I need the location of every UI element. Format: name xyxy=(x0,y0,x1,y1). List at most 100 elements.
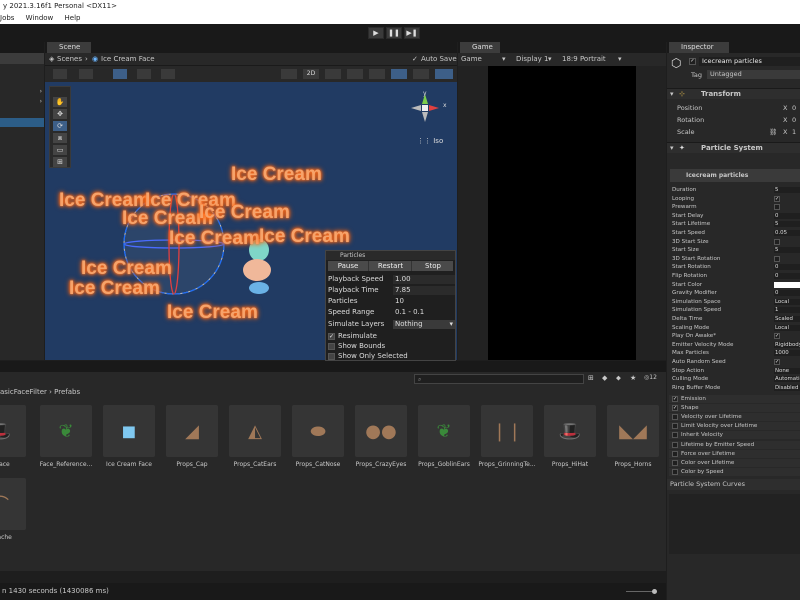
curves-area[interactable] xyxy=(669,494,800,554)
playback-time-field[interactable]: 7.85 xyxy=(393,286,455,295)
play-button[interactable]: ▶ xyxy=(368,27,384,39)
stop-button[interactable]: Stop xyxy=(413,261,453,271)
lighting-toggle[interactable] xyxy=(281,69,297,79)
asset-item[interactable]: 🎩 Props_HiHat xyxy=(540,405,600,475)
tab-scene[interactable]: Scene xyxy=(47,42,91,53)
asset-item[interactable]: ❦ Face_Reference... xyxy=(36,405,96,475)
ps-module-checkbox[interactable] xyxy=(672,423,678,430)
scale-x-field[interactable]: 1 xyxy=(792,128,796,136)
ps-property-field[interactable]: 0 xyxy=(774,212,800,219)
menu-jobs[interactable]: Jobs xyxy=(0,14,14,22)
ps-property-field[interactable]: Automatic xyxy=(774,376,800,383)
filter-label-icon[interactable]: ⬥ xyxy=(616,374,621,383)
tab-inspector[interactable]: Inspector xyxy=(669,42,729,53)
ps-module-row[interactable]: ✓ Emission xyxy=(669,395,800,403)
ps-property-field[interactable]: None xyxy=(774,367,800,374)
ps-property-field[interactable]: 1 xyxy=(774,307,800,314)
snap-button[interactable] xyxy=(137,69,151,79)
hierarchy-row-selected[interactable] xyxy=(0,118,44,127)
ps-property-checkbox[interactable] xyxy=(774,204,780,211)
menu-help[interactable]: Help xyxy=(65,14,81,22)
rotation-x-field[interactable]: 0 xyxy=(792,116,796,124)
2d-toggle[interactable]: 2D xyxy=(303,69,319,79)
expand-arrow-icon[interactable]: › xyxy=(40,88,42,95)
hidden-objects-toggle[interactable] xyxy=(391,69,407,79)
particle-system-header[interactable]: ▾ ✦ Particle System xyxy=(667,142,800,153)
asset-item[interactable]: ◼ Ice Cream Face xyxy=(99,405,159,475)
breadcrumb-root[interactable]: asicFaceFilter xyxy=(0,388,47,396)
rotate-tool-icon[interactable]: ⟳ xyxy=(53,121,67,131)
ps-module-checkbox[interactable] xyxy=(672,414,678,421)
zoom-slider-handle[interactable] xyxy=(652,589,657,594)
ps-module-checkbox[interactable]: ✓ xyxy=(672,396,678,402)
pause-button[interactable]: Pause xyxy=(328,261,369,271)
asset-item[interactable]: ◢ Props_Cap xyxy=(162,405,222,475)
ps-module-checkbox[interactable] xyxy=(672,450,678,457)
ps-module-row[interactable]: Lifetime by Emitter Speed xyxy=(669,440,800,449)
show-only-selected-checkbox[interactable] xyxy=(328,352,335,360)
aspect-dropdown[interactable]: 18:9 Portrait xyxy=(562,53,606,65)
filter-type-icon[interactable]: ◆ xyxy=(602,374,607,382)
ps-property-field[interactable]: 0 xyxy=(774,290,800,297)
expand-arrow-icon[interactable]: › xyxy=(40,98,42,105)
display-dropdown[interactable]: Display 1 xyxy=(516,53,548,65)
breadcrumb-prefabs[interactable]: Prefabs xyxy=(54,388,80,396)
ps-module-row[interactable]: Force over Lifetime xyxy=(669,449,800,458)
ps-module-row[interactable]: Velocity over Lifetime xyxy=(669,413,800,422)
gizmos-button[interactable] xyxy=(435,69,453,79)
show-bounds-checkbox[interactable] xyxy=(328,342,335,350)
ps-module-row[interactable]: Color over Lifetime xyxy=(669,458,800,467)
particles-panel-title[interactable]: Particles xyxy=(326,251,455,260)
asset-item[interactable]: ◭ Props_CatEars xyxy=(225,405,285,475)
restart-button[interactable]: Restart xyxy=(370,261,412,271)
ps-module-row[interactable]: ✓ Shape xyxy=(669,404,800,413)
ps-property-field[interactable]: Disabled xyxy=(774,384,800,391)
playback-speed-field[interactable]: 1.00 xyxy=(393,275,455,284)
view-options-button[interactable] xyxy=(79,69,93,79)
draw-mode-button[interactable] xyxy=(53,69,67,79)
ps-property-color-swatch[interactable] xyxy=(774,281,800,288)
ps-module-row[interactable]: Color by Speed xyxy=(669,467,800,476)
projection-label[interactable]: ⋮⋮ Iso xyxy=(417,137,443,145)
project-search-input[interactable]: ⌕ xyxy=(414,374,584,384)
move-tool-icon[interactable]: ✥ xyxy=(53,109,67,119)
ps-property-checkbox[interactable]: ✓ xyxy=(774,195,780,202)
favorite-icon[interactable]: ★ xyxy=(630,374,636,382)
create-icon[interactable]: ⊞ xyxy=(588,374,594,382)
increment-snap-button[interactable] xyxy=(161,69,175,79)
object-name-field[interactable]: Icecream particles xyxy=(699,57,800,66)
scene-visibility-toggle[interactable] xyxy=(369,69,385,79)
resimulate-checkbox[interactable]: ✓ xyxy=(328,332,335,340)
asset-item[interactable]: ⬬ Props_CatNose xyxy=(288,405,348,475)
simulate-layers-dropdown[interactable]: Nothing ▾ xyxy=(393,320,455,329)
breadcrumb-current-scene[interactable]: Ice Cream Face xyxy=(101,53,155,65)
asset-item[interactable]: ❘❘ Props_GrinningTe... xyxy=(477,405,537,475)
tag-dropdown[interactable]: Untagged xyxy=(707,70,800,79)
breadcrumb-scenes[interactable]: Scenes xyxy=(57,53,82,65)
ps-property-field[interactable]: Local xyxy=(774,324,800,331)
rect-tool-icon[interactable]: ▭ xyxy=(53,145,67,155)
audio-toggle[interactable] xyxy=(325,69,341,79)
ps-property-field[interactable]: Local xyxy=(774,298,800,305)
menu-window[interactable]: Window xyxy=(26,14,54,22)
ps-module-checkbox[interactable] xyxy=(672,432,678,439)
hierarchy-search[interactable] xyxy=(0,53,44,64)
position-x-field[interactable]: 0 xyxy=(792,104,796,112)
hierarchy-row[interactable]: › xyxy=(0,88,44,97)
ps-property-field[interactable]: 0 xyxy=(774,273,800,279)
ps-property-field[interactable]: 1000 xyxy=(774,350,800,357)
asset-item[interactable]: ●● Props_CrazyEyes xyxy=(351,405,411,475)
ps-module-checkbox[interactable] xyxy=(672,468,678,475)
ps-property-field[interactable]: 5 xyxy=(774,247,800,254)
ps-property-field[interactable]: 5 xyxy=(774,187,800,193)
show-bounds-row[interactable]: Show Bounds xyxy=(328,342,385,352)
ps-module-row[interactable]: Inherit Velocity xyxy=(669,431,800,440)
ps-module-checkbox[interactable] xyxy=(672,441,678,448)
ps-property-checkbox[interactable]: ✓ xyxy=(774,359,780,365)
ps-property-field[interactable]: 0.05 xyxy=(774,230,800,236)
hand-tool-icon[interactable]: ✋ xyxy=(53,97,67,107)
game-mode-dropdown[interactable]: Game xyxy=(461,53,482,65)
ps-property-field[interactable]: Scaled xyxy=(774,316,800,322)
transform-header[interactable]: ▾ ⊹ Transform xyxy=(667,88,800,99)
tab-game[interactable]: Game xyxy=(460,42,500,53)
